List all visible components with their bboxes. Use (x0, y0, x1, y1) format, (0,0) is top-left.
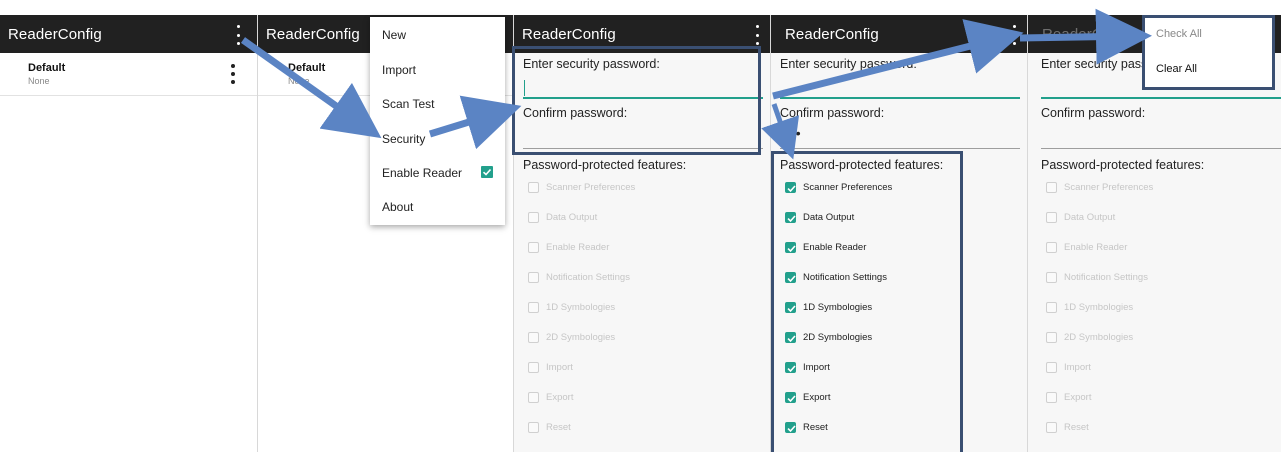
arrow-to-security-menu (240, 37, 382, 139)
arrow-to-popup (1019, 8, 1152, 65)
arrow-to-password-panel (428, 95, 522, 150)
callout-arrows (240, 8, 1152, 160)
arrow-to-checked-list (761, 103, 800, 160)
arrow-to-kebab-menu (772, 19, 1024, 100)
